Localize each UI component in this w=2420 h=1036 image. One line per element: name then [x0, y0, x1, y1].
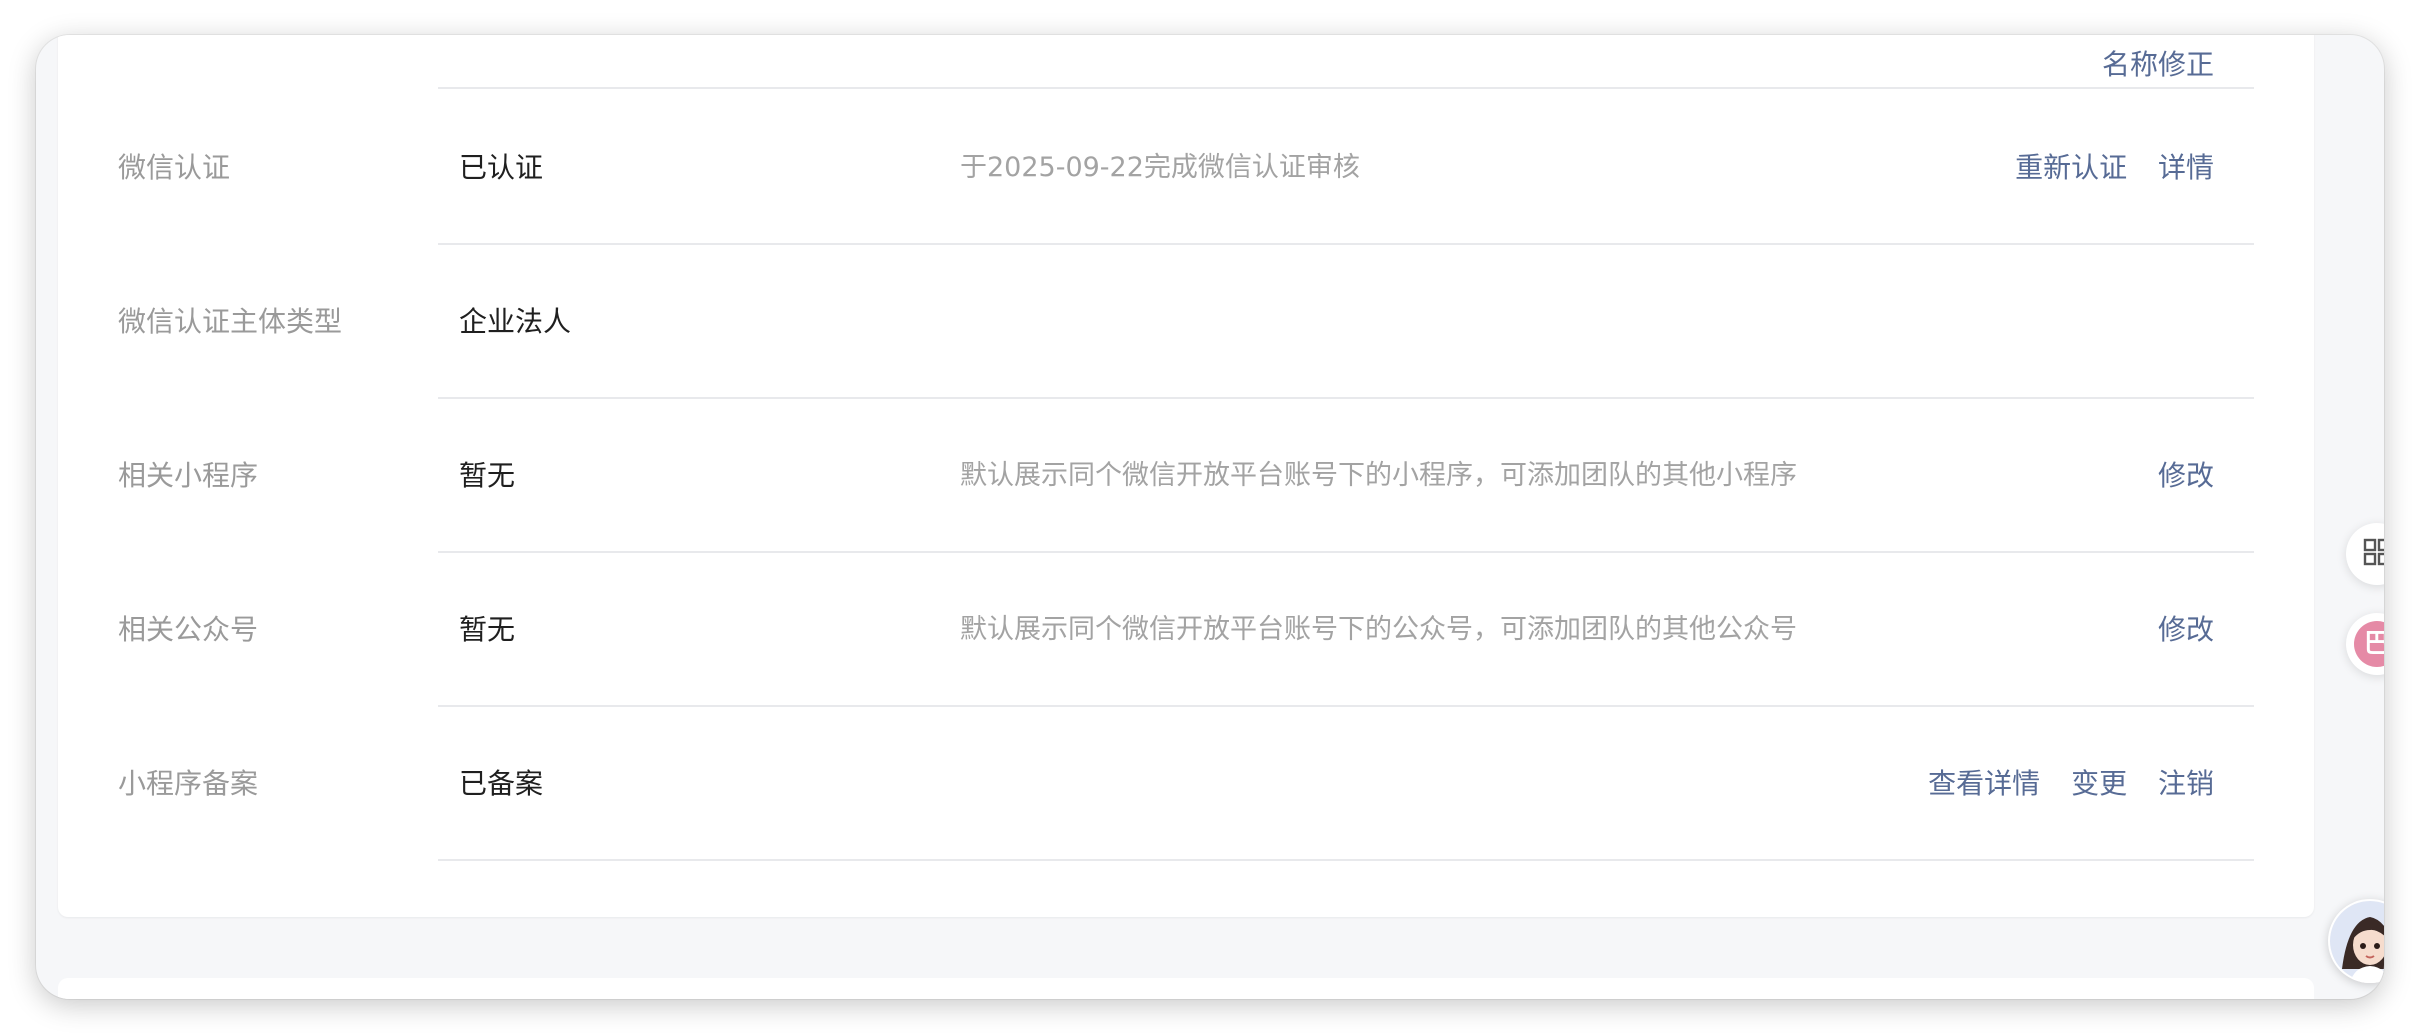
row-actions: 修改: [2136, 399, 2214, 553]
filing-status: 已备案: [459, 767, 544, 800]
row-label: 小程序备案: [118, 767, 259, 800]
modify-miniprograms-link[interactable]: 修改: [2158, 459, 2214, 492]
settings-row-related-miniprograms: 相关小程序 暂无 默认展示同个微信开放平台账号下的小程序，可添加团队的其他小程序…: [58, 399, 2314, 553]
settings-row-filing: 小程序备案 已备案 查看详情 变更 注销: [58, 707, 2314, 861]
verification-status: 已认证: [459, 151, 544, 184]
name-correction-link[interactable]: 名称修正: [2102, 43, 2214, 83]
assistant-avatar-button[interactable]: [2328, 899, 2384, 983]
view-details-link[interactable]: 查看详情: [1928, 767, 2040, 800]
next-card: [58, 978, 2314, 999]
row-label: 微信认证: [118, 151, 231, 184]
verification-desc: 于2025-09-22完成微信认证审核: [960, 152, 1360, 183]
row-divider: [438, 87, 2254, 89]
reverify-link[interactable]: 重新认证: [2015, 151, 2127, 184]
row-actions: 重新认证 详情: [1993, 91, 2214, 245]
row-label: 相关小程序: [118, 459, 259, 492]
modify-accounts-link[interactable]: 修改: [2158, 613, 2214, 646]
settings-card: 名称修正 微信认证 已认证 于2025-09-22完成微信认证审核 重新认证 详…: [58, 35, 2314, 917]
app-window: 名称修正 微信认证 已认证 于2025-09-22完成微信认证审核 重新认证 详…: [36, 35, 2384, 999]
chat-button[interactable]: 巴: [2346, 613, 2384, 675]
related-accounts-desc: 默认展示同个微信开放平台账号下的公众号，可添加团队的其他公众号: [960, 614, 1797, 645]
assistant-avatar-icon: [2328, 901, 2384, 983]
details-link[interactable]: 详情: [2158, 151, 2214, 184]
settings-row-wechat-verification: 微信认证 已认证 于2025-09-22完成微信认证审核 重新认证 详情: [58, 91, 2314, 245]
related-miniprograms-desc: 默认展示同个微信开放平台账号下的小程序，可添加团队的其他小程序: [960, 460, 1797, 491]
settings-row-subject-type: 微信认证主体类型 企业法人: [58, 245, 2314, 399]
chat-icon: 巴: [2354, 621, 2384, 667]
related-miniprograms-value: 暂无: [459, 459, 516, 492]
grid-icon: [2362, 537, 2384, 571]
row-actions: 查看详情 变更 注销: [1906, 707, 2214, 861]
row-label: 相关公众号: [118, 613, 259, 646]
cancel-filing-link[interactable]: 注销: [2158, 767, 2214, 800]
row-label: 微信认证主体类型: [118, 305, 343, 338]
row-divider: [438, 859, 2254, 861]
related-accounts-value: 暂无: [459, 613, 516, 646]
change-link[interactable]: 变更: [2071, 767, 2127, 800]
settings-row-related-official-accounts: 相关公众号 暂无 默认展示同个微信开放平台账号下的公众号，可添加团队的其他公众号…: [58, 553, 2314, 707]
subject-type-value: 企业法人: [459, 305, 572, 338]
grid-button[interactable]: [2346, 523, 2384, 585]
row-actions: 修改: [2136, 553, 2214, 707]
